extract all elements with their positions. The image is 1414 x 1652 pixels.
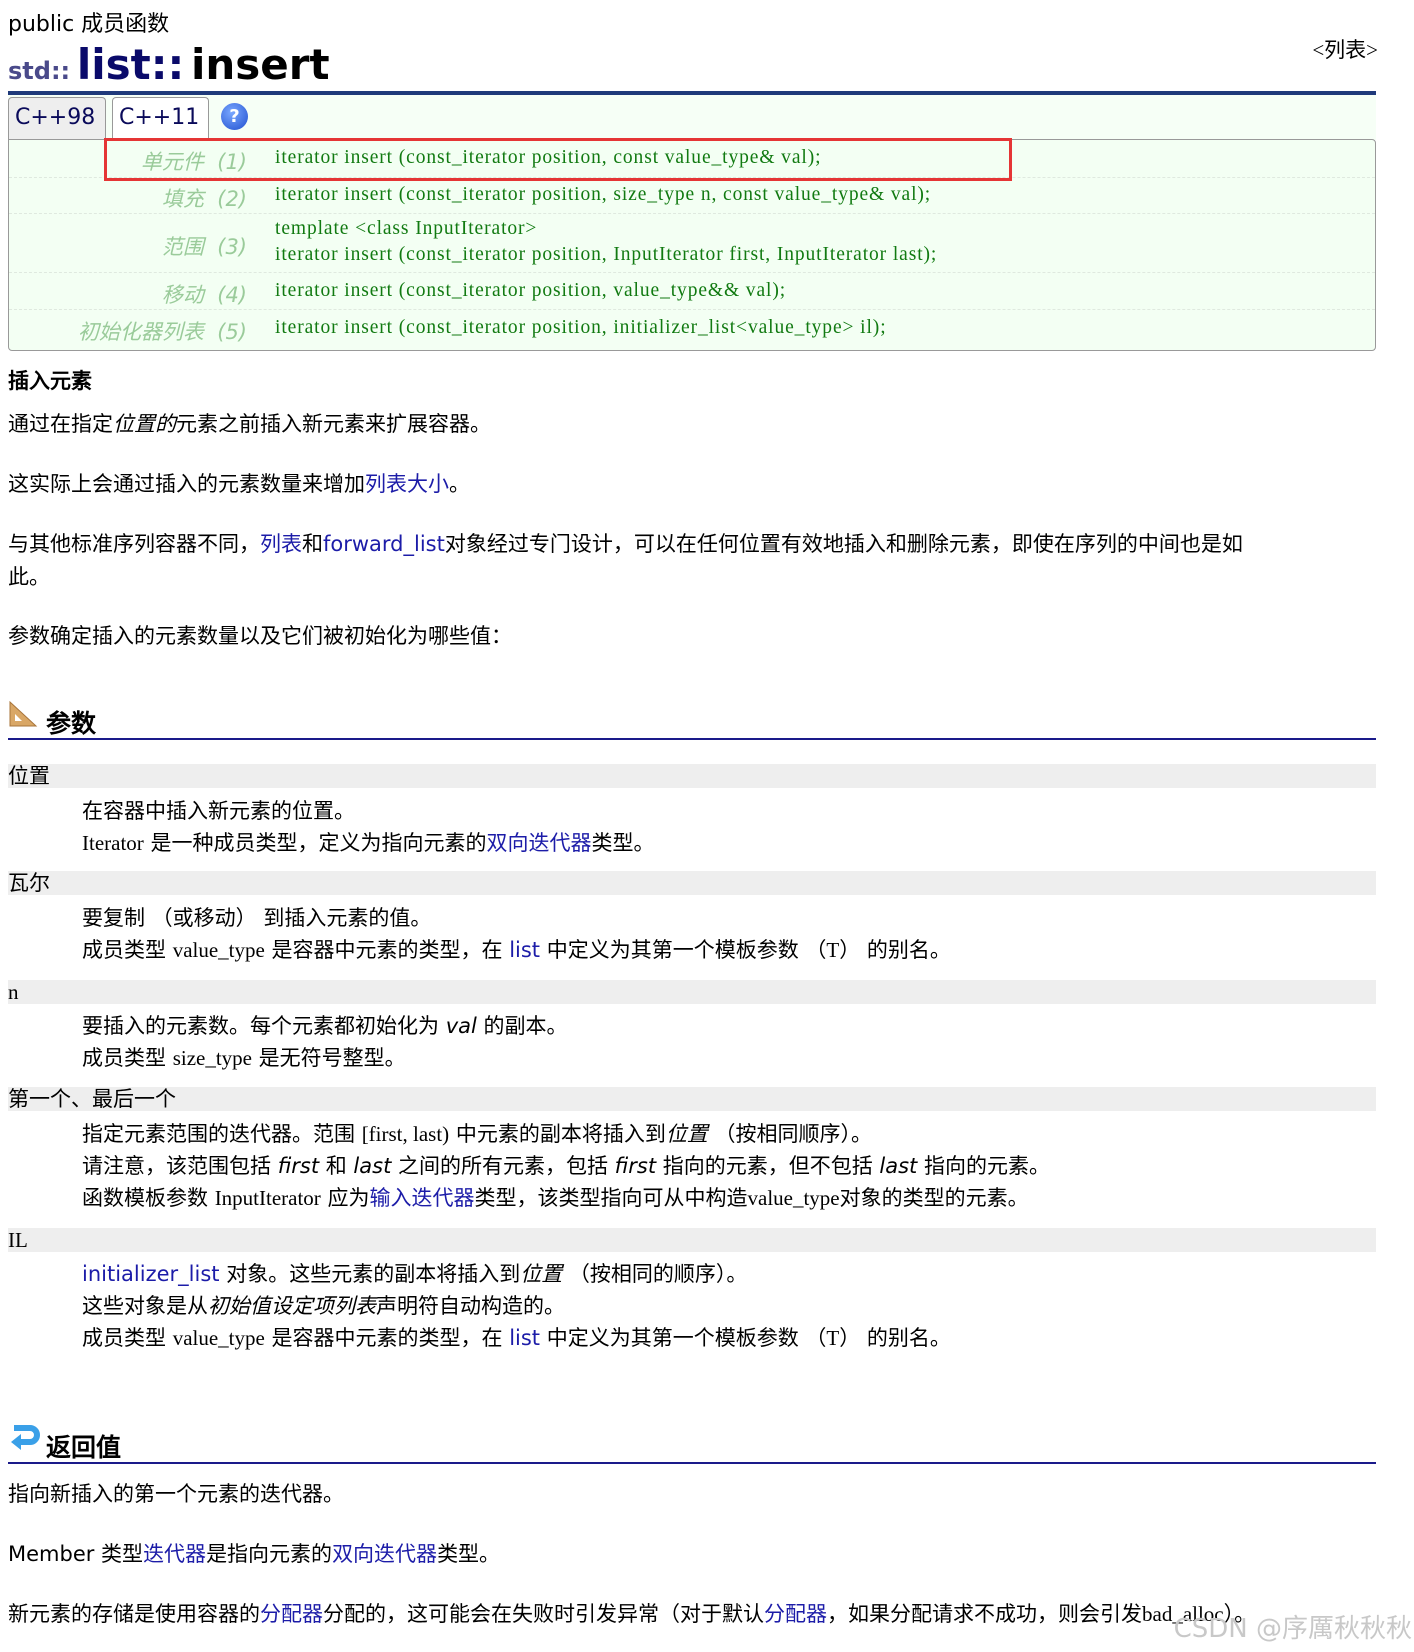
tab-cpp11[interactable]: C++11	[112, 97, 209, 139]
signature-label: 初始化器列表 (5)	[77, 320, 247, 344]
param-desc: 成员类型 size_type 是无符号整型。	[82, 1046, 406, 1070]
bidirectional-iterator-link[interactable]: 双向迭代器	[486, 831, 591, 855]
summary-paragraph-cont: 此。	[8, 565, 50, 589]
ruler-triangle-icon	[9, 700, 38, 727]
summary-heading: 插入元素	[8, 369, 92, 393]
param-desc: 这些对象是从初始值设定项列表声明符自动构造的。	[82, 1294, 565, 1318]
param-desc: 要复制 （或移动） 到插入元素的值。	[82, 906, 432, 930]
page-title: std:: list:: insert	[8, 40, 330, 89]
summary-paragraph: 参数确定插入的元素数量以及它们被初始化为哪些值：	[8, 624, 512, 648]
param-name: 瓦尔	[8, 871, 1376, 895]
list-link[interactable]: list	[509, 938, 540, 962]
param-name: 位置	[8, 764, 1376, 788]
initializer-list-link[interactable]: initializer_list	[82, 1262, 220, 1286]
param-name: IL	[8, 1228, 1376, 1252]
param-desc: 成员类型 value_type 是容器中元素的类型，在 list 中定义为其第一…	[82, 938, 951, 962]
param-desc: 要插入的元素数。每个元素都初始化为 val 的副本。	[82, 1014, 568, 1038]
summary-paragraph: 通过在指定位置的元素之前插入新元素来扩展容器。	[8, 412, 491, 436]
return-paragraph: 指向新插入的第一个元素的迭代器。	[8, 1482, 344, 1506]
signature-label: 移动 (4)	[161, 283, 247, 307]
return-paragraph: Member 类型迭代器是指向元素的双向迭代器类型。	[8, 1542, 501, 1566]
param-desc: Iterator 是一种成员类型，定义为指向元素的双向迭代器类型。	[82, 831, 655, 855]
return-arrow-icon	[11, 1425, 40, 1450]
signature-label: 范围 (3)	[161, 235, 247, 259]
list-link[interactable]: list	[509, 1326, 540, 1350]
param-name: n	[8, 980, 1376, 1004]
bidirectional-iterator-link[interactable]: 双向迭代器	[332, 1542, 437, 1566]
watermark: CSDN @序厲秋秋秋	[1173, 1614, 1412, 1644]
summary-paragraph: 这实际上会通过插入的元素数量来增加列表大小。	[8, 472, 470, 496]
forward-list-link[interactable]: forward_list	[323, 532, 445, 556]
param-name: 第一个、最后一个	[8, 1087, 1376, 1111]
member-kind-label: public 成员函数	[8, 12, 170, 37]
param-desc: 成员类型 value_type 是容器中元素的类型，在 list 中定义为其第一…	[82, 1326, 951, 1350]
iterator-link[interactable]: 迭代器	[143, 1542, 206, 1566]
input-iterator-link[interactable]: 输入迭代器	[370, 1186, 475, 1210]
param-desc: 请注意，该范围包括 first 和 last 之间的所有元素，包括 first …	[82, 1154, 1050, 1178]
section-divider	[8, 738, 1376, 740]
highlight-box	[104, 138, 1012, 181]
function-name: insert	[190, 40, 330, 89]
allocator-link[interactable]: 分配器	[764, 1602, 827, 1626]
signature-code: template <class InputIterator>	[275, 218, 538, 239]
allocator-link[interactable]: 分配器	[260, 1602, 323, 1626]
class-name: list::	[76, 40, 185, 89]
return-heading: 返回值	[46, 1433, 122, 1462]
list-link[interactable]: 列表	[260, 532, 302, 556]
param-desc: 函数模板参数 InputIterator 应为输入迭代器类型，该类型指向可从中构…	[82, 1186, 1029, 1210]
signature-row: 初始化器列表 (5) iterator insert (const_iterat…	[9, 310, 1375, 349]
param-desc: 指定元素范围的迭代器。范围 [first, last) 中元素的副本将插入到位置…	[82, 1122, 873, 1146]
section-divider	[8, 1462, 1376, 1464]
namespace: std::	[8, 57, 71, 85]
param-desc: 在容器中插入新元素的位置。	[82, 799, 355, 823]
tab-cpp98[interactable]: C++98	[8, 97, 106, 139]
return-paragraph: 新元素的存储是使用容器的分配器分配的，这可能会在失败时引发异常（对于默认分配器，…	[8, 1602, 1256, 1626]
param-desc: initializer_list 对象。这些元素的副本将插入到位置 （按相同的顺…	[82, 1262, 748, 1286]
signature-row: 填充 (2) iterator insert (const_iterator p…	[9, 178, 1375, 214]
signature-code: iterator insert (const_iterator position…	[275, 184, 932, 205]
signature-code: iterator insert (const_iterator position…	[275, 244, 938, 265]
signature-row: 移动 (4) iterator insert (const_iterator p…	[9, 273, 1375, 310]
parameters-heading: 参数	[46, 709, 97, 738]
signature-code: iterator insert (const_iterator position…	[275, 280, 787, 301]
signature-code: iterator insert (const_iterator position…	[275, 317, 887, 338]
container-link[interactable]: <列表>	[1312, 34, 1378, 64]
list-size-link[interactable]: 列表大小	[365, 472, 449, 496]
help-icon[interactable]: ?	[221, 103, 248, 130]
tabs-bar	[8, 95, 1376, 140]
signature-row: 范围 (3) template <class InputIterator> it…	[9, 214, 1375, 273]
summary-paragraph: 与其他标准序列容器不同，列表和forward_list对象经过专门设计，可以在任…	[8, 532, 1243, 556]
signature-label: 填充 (2)	[161, 187, 247, 211]
